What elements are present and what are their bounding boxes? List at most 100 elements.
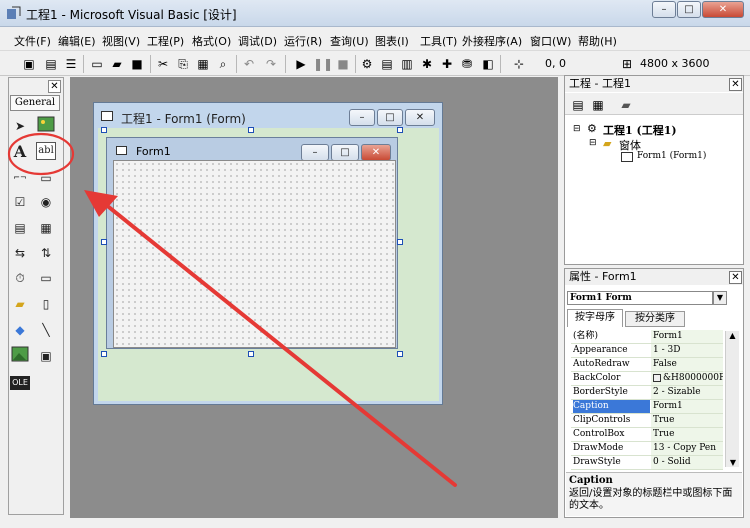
- menu-query[interactable]: 查询(U): [330, 33, 369, 49]
- image-tool-icon[interactable]: [10, 346, 30, 366]
- menu-editor-icon[interactable]: ☰: [62, 55, 80, 73]
- combobox-tool-icon[interactable]: ▤: [10, 218, 30, 238]
- frame-tool-icon[interactable]: ⌐¬: [10, 168, 30, 188]
- find-icon[interactable]: ⌕: [214, 55, 232, 73]
- menu-help[interactable]: 帮助(H): [578, 33, 617, 49]
- form1-close-button[interactable]: ✕: [361, 144, 391, 161]
- redo-icon[interactable]: ↷: [262, 55, 280, 73]
- tree-collapse-icon[interactable]: ⊟: [573, 124, 581, 134]
- data-view-icon[interactable]: ⛃: [458, 55, 476, 73]
- form-designer-close-button[interactable]: ✕: [405, 109, 435, 126]
- optionbutton-tool-icon[interactable]: ◉: [36, 192, 56, 212]
- break-icon[interactable]: ❚❚: [313, 55, 333, 73]
- properties-window-icon[interactable]: ▤: [378, 55, 396, 73]
- maximize-button[interactable]: □: [677, 1, 701, 18]
- ole-tool-icon[interactable]: OLE: [10, 376, 30, 390]
- resize-handle[interactable]: [397, 239, 403, 245]
- form1-grid-surface[interactable]: [113, 160, 396, 348]
- commandbutton-tool-icon[interactable]: ▭: [36, 168, 56, 188]
- view-code-icon[interactable]: ▤: [569, 96, 587, 114]
- add-project-icon[interactable]: ▣: [20, 55, 38, 73]
- drivelistbox-tool-icon[interactable]: ▭: [36, 268, 56, 288]
- timer-tool-icon[interactable]: ⏱: [10, 268, 30, 288]
- property-row[interactable]: DrawMode 13 - Copy Pen: [571, 442, 723, 456]
- project-close-icon[interactable]: ✕: [729, 78, 742, 91]
- toolbox-general-tab[interactable]: General: [10, 95, 60, 111]
- pointer-tool-icon[interactable]: ➤: [10, 116, 30, 136]
- menu-window[interactable]: 窗口(W): [530, 33, 571, 49]
- view-object-icon[interactable]: ▦: [589, 96, 607, 114]
- toolbox-close-icon[interactable]: ✕: [48, 80, 61, 93]
- properties-close-icon[interactable]: ✕: [729, 271, 742, 284]
- form-designer-maximize-button[interactable]: □: [377, 109, 403, 126]
- resize-handle[interactable]: [397, 127, 403, 133]
- property-row[interactable]: Appearance 1 - 3D: [571, 344, 723, 358]
- resize-handle[interactable]: [397, 351, 403, 357]
- add-form-icon[interactable]: ▤: [42, 55, 60, 73]
- property-row[interactable]: BorderStyle 2 - Sizable: [571, 386, 723, 400]
- textbox-tool-icon[interactable]: abl: [36, 142, 56, 160]
- save-icon[interactable]: ■: [128, 55, 146, 73]
- filelistbox-tool-icon[interactable]: ▯: [36, 294, 56, 314]
- menu-view[interactable]: 视图(V): [102, 33, 140, 49]
- menu-project[interactable]: 工程(P): [147, 33, 184, 49]
- form-layout-icon[interactable]: ▥: [398, 55, 416, 73]
- form1-maximize-button[interactable]: □: [331, 144, 359, 161]
- end-icon[interactable]: ■: [334, 55, 352, 73]
- resize-handle[interactable]: [101, 351, 107, 357]
- tab-categorized[interactable]: 按分类序: [625, 311, 685, 327]
- menu-tools[interactable]: 工具(T): [420, 33, 457, 49]
- vscrollbar-tool-icon[interactable]: ⇅: [36, 243, 56, 263]
- chevron-down-icon[interactable]: ▼: [713, 291, 727, 305]
- dirlistbox-tool-icon[interactable]: ▰: [10, 294, 30, 314]
- tab-alphabetic[interactable]: 按字母序: [567, 309, 623, 327]
- toolbox-icon[interactable]: ✚: [438, 55, 456, 73]
- menu-diagram[interactable]: 图表(I): [375, 33, 409, 49]
- label-tool-icon[interactable]: A: [10, 142, 30, 162]
- object-browser-icon[interactable]: ✱: [418, 55, 436, 73]
- picturebox-tool-icon[interactable]: [36, 116, 56, 136]
- copy-icon[interactable]: ⎘: [174, 55, 192, 73]
- component-manager-icon[interactable]: ◧: [479, 55, 497, 73]
- resize-handle[interactable]: [248, 351, 254, 357]
- property-row[interactable]: BackColor&H8000000F&: [571, 372, 723, 386]
- menu-file[interactable]: 文件(F): [14, 33, 51, 49]
- cut-icon[interactable]: ✂: [154, 55, 172, 73]
- open-project-icon[interactable]: ▭: [88, 55, 106, 73]
- form1-node[interactable]: Form1 (Form1): [637, 151, 706, 161]
- checkbox-tool-icon[interactable]: ☑: [10, 192, 30, 212]
- resize-handle[interactable]: [248, 127, 254, 133]
- property-row-selected[interactable]: Caption Form1: [571, 400, 723, 414]
- resize-handle[interactable]: [101, 239, 107, 245]
- form1-minimize-button[interactable]: –: [301, 144, 329, 161]
- object-selector[interactable]: Form1 Form: [567, 291, 713, 305]
- hscrollbar-tool-icon[interactable]: ⇆: [10, 243, 30, 263]
- paste-icon[interactable]: ▦: [194, 55, 212, 73]
- tree-collapse-icon[interactable]: ⊟: [589, 138, 597, 148]
- toggle-folders-icon[interactable]: ▰: [617, 96, 635, 114]
- open-folder-icon[interactable]: ▰: [108, 55, 126, 73]
- start-icon[interactable]: ▶: [292, 55, 310, 73]
- property-row[interactable]: ClipControls True: [571, 414, 723, 428]
- line-tool-icon[interactable]: ╲: [36, 320, 56, 340]
- project-explorer-icon[interactable]: ⚙: [358, 55, 376, 73]
- property-row[interactable]: (名称) Form1: [571, 330, 723, 344]
- menu-format[interactable]: 格式(O): [192, 33, 231, 49]
- property-row[interactable]: AutoRedraw False: [571, 358, 723, 372]
- property-row[interactable]: ControlBox True: [571, 428, 723, 442]
- menu-debug[interactable]: 调试(D): [238, 33, 277, 49]
- undo-icon[interactable]: ↶: [240, 55, 258, 73]
- minimize-button[interactable]: –: [652, 1, 676, 18]
- listbox-tool-icon[interactable]: ▦: [36, 218, 56, 238]
- menu-addins[interactable]: 外接程序(A): [462, 33, 522, 49]
- menu-edit[interactable]: 编辑(E): [58, 33, 96, 49]
- properties-scrollbar[interactable]: ▲ ▼: [725, 331, 739, 467]
- project-root-node[interactable]: 工程1 (工程1): [603, 122, 677, 138]
- close-button[interactable]: ✕: [702, 1, 744, 18]
- shape-tool-icon[interactable]: ◆: [10, 320, 30, 340]
- property-row[interactable]: DrawStyle 0 - Solid: [571, 456, 723, 470]
- resize-handle[interactable]: [101, 127, 107, 133]
- form-designer-minimize-button[interactable]: –: [349, 109, 375, 126]
- menu-run[interactable]: 运行(R): [284, 33, 322, 49]
- data-tool-icon[interactable]: ▣: [36, 346, 56, 366]
